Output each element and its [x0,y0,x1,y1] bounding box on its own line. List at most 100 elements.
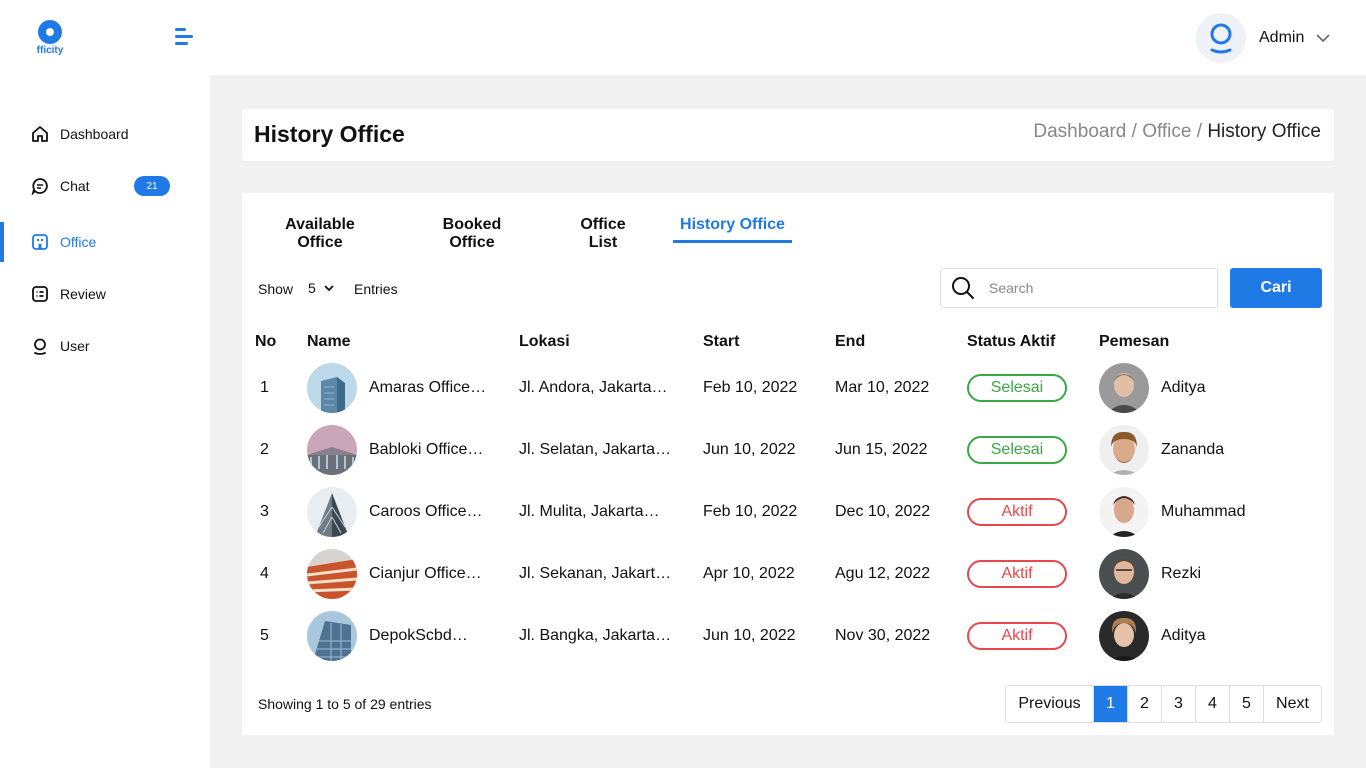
status-badge: Selesai [967,436,1067,464]
column-header-start: Start [703,333,740,350]
booker-name: Aditya [1161,379,1206,396]
search-icon [952,277,974,299]
status-badge: Aktif [967,498,1067,526]
breadcrumb: Dashboard / Office / History Office [1033,121,1321,142]
tab-available-office[interactable]: Available Office [264,211,376,251]
office-name: Caroos Office… [369,503,483,520]
status-cell: Aktif [967,611,1067,661]
search-box[interactable] [940,268,1218,308]
previous-page-button[interactable]: Previous [1006,686,1093,722]
sidebar-item-user[interactable]: User [0,326,210,366]
entries-summary: Showing 1 to 5 of 29 entries [258,696,432,712]
status-cell: Aktif [967,549,1067,599]
start-date-cell: Feb 10, 2022 [703,379,798,396]
location-cell: Jl. Sekanan, Jakart… [519,565,672,582]
user-icon [31,337,49,355]
office-photo [307,611,357,661]
column-header-lokasi: Lokasi [519,333,570,350]
review-icon [31,285,49,303]
row-number: 4 [260,565,269,582]
booker-name: Rezki [1161,565,1202,582]
location-cell: Jl. Bangka, Jakarta… [519,627,672,644]
show-label: Show [258,281,294,297]
search-input[interactable] [989,280,1209,296]
breadcrumb-dashboard[interactable]: Dashboard [1033,121,1126,142]
sidebar-item-office[interactable]: Office [0,222,210,262]
sidebar-item-review[interactable]: Review [0,274,210,314]
menu-toggle-icon[interactable] [175,28,195,46]
tab-booked-office[interactable]: Booked Office [421,211,523,251]
booker-avatar [1099,487,1149,537]
end-date-cell: Dec 10, 2022 [835,503,931,520]
column-header-no: No [255,333,277,350]
column-header-pemesan: Pemesan [1099,333,1170,350]
table-row[interactable]: 1 Amaras Office… Jl. Andora, Jakarta… Fe… [242,363,1334,425]
next-page-button[interactable]: Next [1263,686,1321,722]
booker-avatar [1099,549,1149,599]
booker-name: Zananda [1161,441,1225,458]
booker-name: Muhammad [1161,503,1246,520]
breadcrumb-office[interactable]: Office [1142,121,1191,142]
page-button-2[interactable]: 2 [1127,686,1161,722]
start-date-cell: Feb 10, 2022 [703,503,798,520]
history-panel: Available Office Booked Office Office Li… [242,193,1334,735]
page-button-3[interactable]: 3 [1161,686,1195,722]
chat-count-badge: 21 [134,176,170,196]
top-bar: fficity Admin [0,0,1366,75]
column-header-status: Status Aktif [967,333,1056,350]
column-header-name: Name [307,333,351,350]
sidebar-item-dashboard[interactable]: Dashboard [0,114,210,154]
chat-icon [31,177,49,195]
sidebar-item-label: User [60,338,90,354]
status-cell: Selesai [967,425,1067,475]
tab-office-list[interactable]: Office List [566,211,640,251]
booker-cell: Aditya [1099,611,1205,661]
office-name-cell: Amaras Office… [307,363,486,413]
breadcrumb-current: History Office [1207,121,1321,142]
booker-cell: Zananda [1099,425,1224,475]
start-date-cell: Jun 10, 2022 [703,627,796,644]
page-title: History Office [254,121,405,147]
tab-history-office[interactable]: History Office [673,211,792,243]
booker-avatar [1099,363,1149,413]
booker-cell: Aditya [1099,363,1205,413]
office-name-cell: DepokScbd… [307,611,468,661]
chevron-down-icon [324,284,334,291]
page-button-1[interactable]: 1 [1093,686,1127,722]
table-row[interactable]: 4 Cianjur Office… Jl. Sekanan, Jakart… A… [242,549,1334,611]
page-button-5[interactable]: 5 [1229,686,1263,722]
office-photo [307,425,357,475]
entries-select[interactable]: 5 [304,277,344,299]
office-name: DepokScbd… [369,627,468,644]
avatar [1196,13,1246,63]
row-number: 1 [260,379,269,396]
office-name: Babloki Office… [369,441,484,458]
sidebar: Dashboard Chat 21 Office Review User [0,75,210,768]
entries-label: Entries [354,281,398,297]
office-name: Cianjur Office… [369,565,482,582]
end-date-cell: Agu 12, 2022 [835,565,931,582]
page-button-4[interactable]: 4 [1195,686,1229,722]
office-name: Amaras Office… [369,379,487,396]
row-number: 5 [260,627,269,644]
booker-cell: Rezki [1099,549,1201,599]
office-photo [307,487,357,537]
search-button[interactable]: Cari [1230,268,1322,308]
home-icon [31,125,49,143]
table-row[interactable]: 5 DepokScbd… Jl. Bangka, Jakarta… Jun 10… [242,611,1334,673]
table-row[interactable]: 3 Caroos Office… Jl. Mulita, Jakarta… Fe… [242,487,1334,549]
user-menu[interactable]: Admin [1196,12,1330,64]
chevron-down-icon[interactable] [1316,33,1330,43]
status-badge: Aktif [967,560,1067,588]
row-number: 3 [260,503,269,520]
location-cell: Jl. Andora, Jakarta… [519,379,668,396]
start-date-cell: Apr 10, 2022 [703,565,795,582]
brand-name: fficity [36,45,64,56]
end-date-cell: Mar 10, 2022 [835,379,930,396]
brand-logo[interactable]: fficity [30,20,70,56]
sidebar-item-chat[interactable]: Chat 21 [0,166,210,206]
booker-avatar [1099,611,1149,661]
table-row[interactable]: 2 Babloki Office… Jl. Selatan, Jakarta… … [242,425,1334,487]
office-photo [307,363,357,413]
office-name-cell: Babloki Office… [307,425,483,475]
